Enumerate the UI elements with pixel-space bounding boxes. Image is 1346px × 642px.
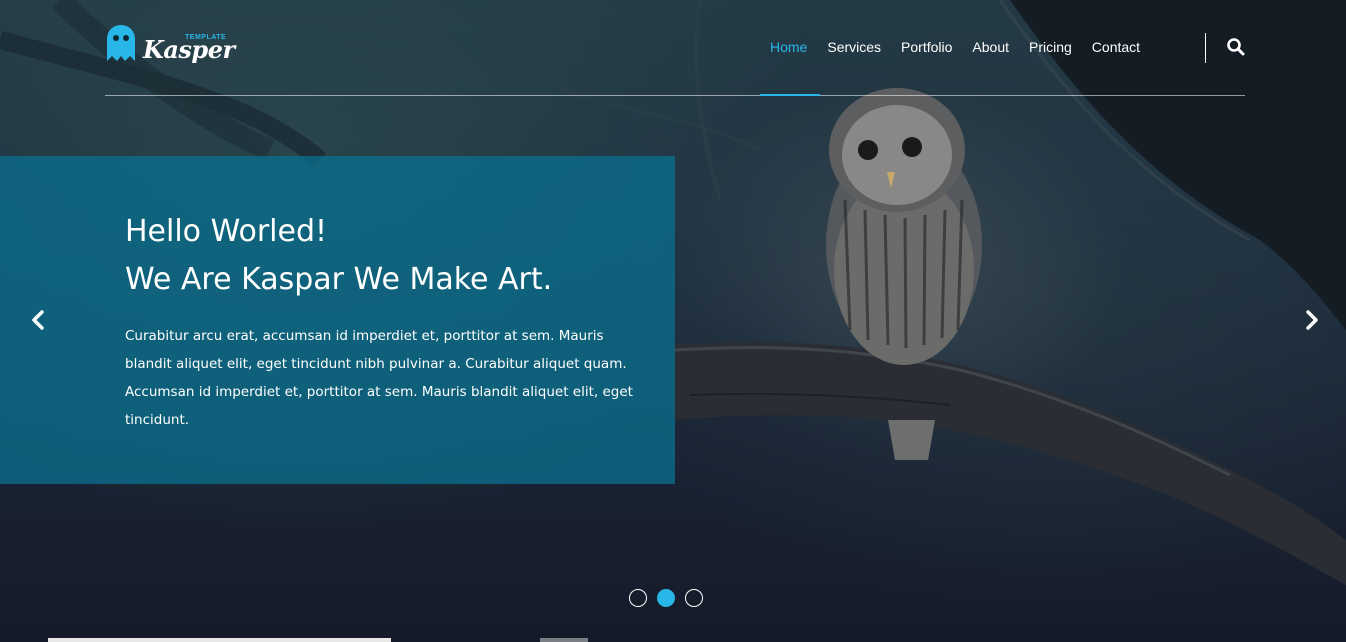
slide-indicator-1[interactable] — [629, 589, 647, 607]
nav-portfolio[interactable]: Portfolio — [891, 38, 962, 56]
chevron-left-icon[interactable] — [27, 308, 51, 332]
brand-name: Kasper — [143, 35, 235, 64]
slide-heading-line2: We Are Kaspar We Make Art. — [125, 262, 553, 297]
header-divider — [105, 95, 1245, 96]
bottom-strip — [48, 638, 391, 642]
slide-indicators — [629, 589, 703, 607]
slide-indicator-2[interactable] — [657, 589, 675, 607]
hero-slider: TEMPLATE Kasper Home Services Portfolio … — [0, 0, 1346, 642]
bottom-strip-secondary — [540, 638, 588, 642]
slide-body-text: Curabitur arcu erat, accumsan id imperdi… — [125, 328, 633, 428]
nav-services[interactable]: Services — [817, 38, 891, 56]
nav-contact[interactable]: Contact — [1082, 38, 1150, 56]
nav-pricing[interactable]: Pricing — [1019, 38, 1082, 56]
slide-indicator-3[interactable] — [685, 589, 703, 607]
nav-divider — [1205, 33, 1206, 63]
main-navigation: Home Services Portfolio About Pricing Co… — [760, 38, 1150, 56]
search-icon[interactable] — [1226, 37, 1246, 57]
slide-heading-line1: Hello Worled! — [125, 214, 328, 249]
chevron-right-icon[interactable] — [1299, 308, 1323, 332]
slide-caption-box — [0, 156, 675, 484]
nav-home[interactable]: Home — [760, 38, 817, 56]
active-nav-indicator — [760, 94, 820, 96]
ghost-icon — [107, 25, 135, 61]
brand-logo[interactable]: TEMPLATE Kasper — [105, 25, 235, 65]
nav-about[interactable]: About — [962, 38, 1019, 56]
